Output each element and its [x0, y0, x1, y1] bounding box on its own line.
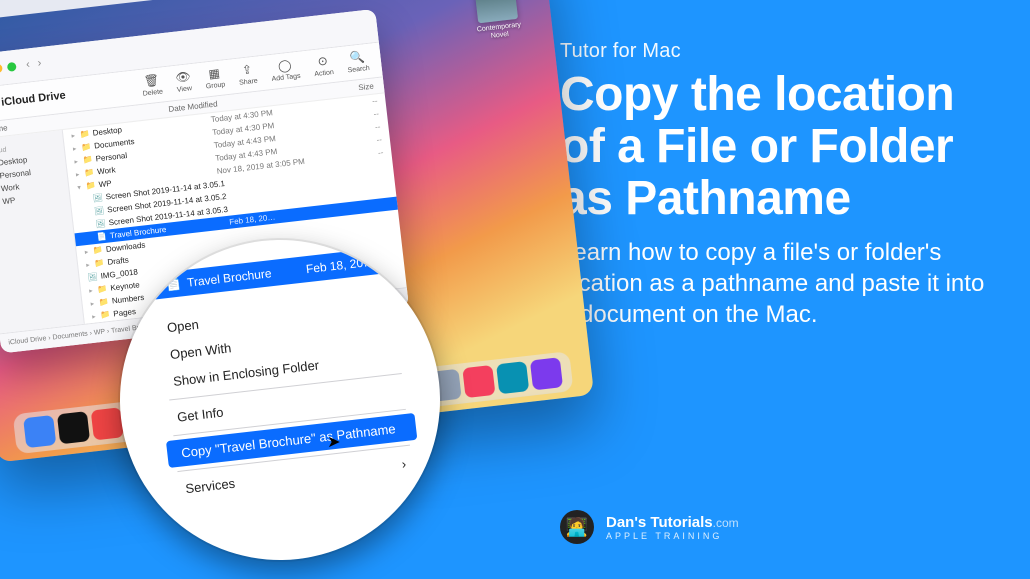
folder-icon: 📁	[84, 168, 95, 178]
eyebrow-text: Tutor for Mac	[560, 40, 1000, 63]
toolbar-search[interactable]: 🔍Search	[346, 49, 371, 74]
nav-forward-icon[interactable]: ›	[37, 57, 42, 69]
subhead-text: Learn how to copy a file's or folder's l…	[560, 238, 1000, 330]
toolbar-add-tags[interactable]: ◯Add Tags	[269, 57, 300, 83]
folder-icon: 📁	[81, 142, 92, 152]
marketing-copy: Tutor for Mac Copy the location of a Fil…	[560, 40, 1000, 331]
desktop-file-caption: Contemporary Novel	[476, 21, 523, 41]
toolbar-group[interactable]: ▦Group	[204, 66, 226, 91]
toolbar-share[interactable]: ⇪Share	[237, 62, 258, 87]
brand-block: 🧑‍💻 Dan's Tutorials.com APPLE TRAINING	[560, 510, 739, 544]
folder-icon: 📁	[100, 310, 111, 320]
headline-text: Copy the location of a File or Folder as…	[560, 69, 1000, 224]
action-icon: ⊙	[317, 54, 329, 69]
folder-icon: 📁	[93, 245, 104, 255]
disclosure-icon[interactable]: ▸	[75, 170, 79, 178]
disclosure-icon[interactable]: ▾	[77, 183, 81, 191]
desktop-file-thumb-icon	[473, 0, 518, 23]
finder-location[interactable]: ☁︎ iCloud Drive	[0, 89, 66, 111]
context-menu: Open Open With Show in Enclosing Folder …	[152, 288, 422, 504]
col-size[interactable]: Size	[334, 82, 375, 95]
folder-icon: 📁	[85, 181, 96, 191]
folder-icon: 📁	[82, 155, 93, 165]
disclosure-icon[interactable]: ▸	[72, 144, 76, 152]
disclosure-icon[interactable]: ▸	[90, 299, 94, 307]
group-icon: ▦	[208, 66, 221, 81]
dock-app-15[interactable]	[530, 357, 563, 390]
dock-app-1[interactable]	[57, 411, 90, 444]
disclosure-icon[interactable]: ▸	[74, 157, 78, 165]
zoom-icon[interactable]	[7, 62, 17, 72]
window-traffic-lights[interactable]	[0, 62, 17, 75]
image-icon: 🖼	[92, 193, 103, 203]
image-icon: 🖼	[94, 206, 105, 216]
minimize-icon[interactable]	[0, 63, 3, 73]
dock-app-2[interactable]	[91, 407, 124, 440]
dock-app-14[interactable]	[496, 361, 529, 394]
brand-suffix: .com	[713, 516, 739, 530]
disclosure-icon[interactable]: ▸	[71, 131, 75, 139]
image-icon: 🖼	[95, 219, 106, 229]
disclosure-icon[interactable]: ▸	[89, 286, 93, 294]
image-icon: 🖼	[87, 272, 98, 282]
nav-back-icon[interactable]: ‹	[25, 59, 30, 71]
disclosure-icon[interactable]: ▸	[92, 312, 96, 320]
document-icon: 📄	[97, 232, 108, 242]
share-icon: ⇪	[241, 63, 253, 78]
brand-avatar: 🧑‍💻	[560, 510, 594, 544]
disclosure-icon[interactable]: ▸	[84, 248, 88, 256]
folder-icon: 📁	[94, 258, 105, 268]
folder-icon: 📁	[79, 129, 90, 139]
brand-tagline: APPLE TRAINING	[606, 531, 739, 541]
chevron-right-icon: ›	[401, 456, 407, 471]
view-icon: 👁	[175, 70, 192, 86]
add-tags-icon: ◯	[277, 58, 292, 73]
toolbar-delete[interactable]: 🗑Delete	[141, 73, 164, 98]
toolbar-view[interactable]: 👁View	[175, 70, 193, 95]
dock-app-13[interactable]	[462, 365, 495, 398]
magnifier: 📄 Travel Brochure Feb 18, 20… Open Open …	[120, 240, 440, 560]
cursor-icon: ➤	[327, 432, 340, 452]
desktop-file[interactable]: Contemporary Novel	[470, 0, 523, 42]
toolbar-action[interactable]: ⊙Action	[312, 54, 334, 79]
search-icon: 🔍	[349, 50, 365, 66]
dock-app-0[interactable]	[23, 415, 56, 448]
brand-name: Dan's Tutorials	[606, 514, 713, 531]
delete-icon: 🗑	[143, 73, 160, 89]
disclosure-icon[interactable]: ▸	[86, 261, 90, 269]
